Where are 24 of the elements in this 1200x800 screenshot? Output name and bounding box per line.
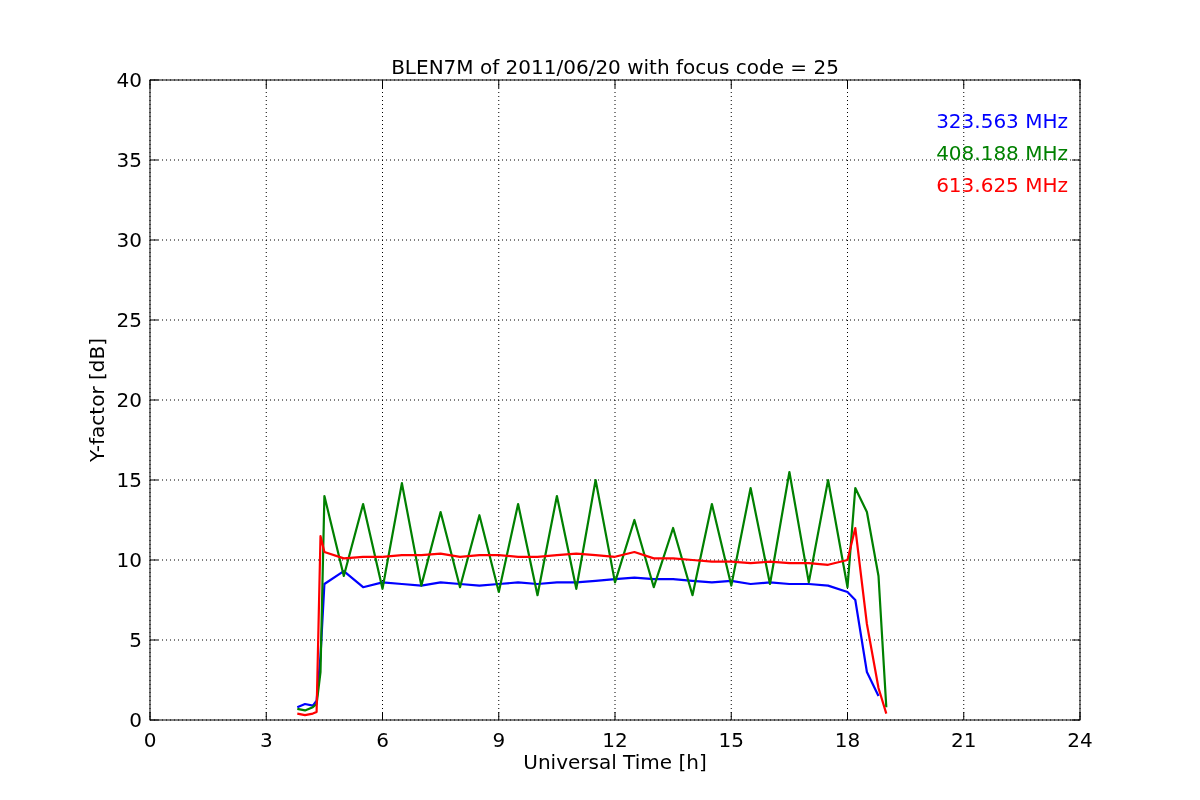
y-tick-label: 15 [116, 468, 142, 492]
x-tick-label: 24 [1067, 728, 1093, 752]
y-tick-label: 5 [129, 628, 142, 652]
x-tick-label: 3 [259, 728, 273, 752]
y-tick-label: 25 [116, 308, 142, 332]
x-axis-label: Universal Time [h] [523, 750, 707, 774]
x-tick-label: 9 [492, 728, 506, 752]
y-tick-label: 30 [116, 228, 142, 252]
y-tick-label: 20 [116, 388, 142, 412]
y-tick-label: 40 [116, 68, 142, 92]
legend-label: 323.563 MHz [936, 109, 1068, 133]
y-tick-label: 10 [116, 548, 142, 572]
y-tick-label: 35 [116, 148, 142, 172]
x-tick-label: 18 [834, 728, 861, 752]
y-tick-label: 0 [129, 708, 142, 732]
x-tick-label: 12 [602, 728, 628, 752]
legend-label: 408.188 MHz [936, 141, 1068, 165]
x-tick-label: 6 [376, 728, 389, 752]
legend-label: 613.625 MHz [936, 173, 1068, 197]
x-tick-label: 15 [718, 728, 744, 752]
chart-title: BLEN7M of 2011/06/20 with focus code = 25 [391, 55, 839, 79]
x-tick-label: 0 [143, 728, 157, 752]
y-axis-label: Y-factor [dB] [85, 338, 109, 462]
x-tick-label: 21 [951, 728, 977, 752]
